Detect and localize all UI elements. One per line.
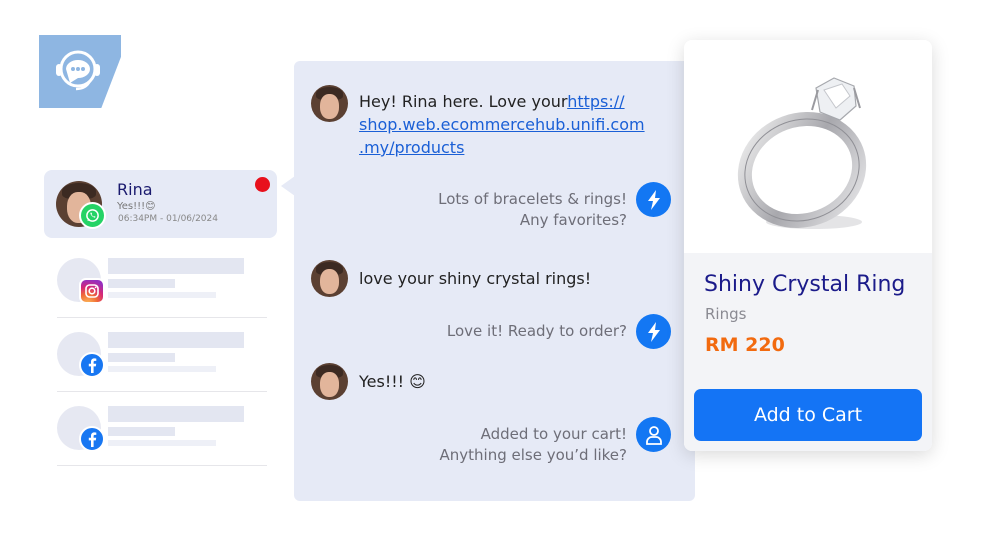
whatsapp-icon [79,202,106,229]
bot-message: Lots of bracelets & rings! Any favorites… [438,190,627,229]
agent-message: Added to your cart! Anything else you’d … [439,425,628,464]
customer-message-text: love your shiny crystal rings! [359,269,592,288]
avatar [311,260,348,297]
conversation-item-active[interactable]: Rina Yes!!!😊 06:34PM - 01/06/2024 [44,170,277,238]
avatar [311,85,348,122]
conversation-item-placeholder[interactable] [57,258,267,318]
conversation-item-placeholder[interactable] [57,406,267,466]
product-category: Rings [705,305,747,323]
conversation-name: Rina [117,180,153,199]
active-pointer [281,176,295,196]
chatbot-logo [39,35,121,108]
chatbot-headset-icon [56,50,100,91]
product-image [684,40,932,253]
customer-message [311,363,348,400]
customer-message [311,85,348,122]
conversation-preview: Yes!!!😊 [117,201,156,212]
customer-message-text: Hey! Rina here. Love yourhttps://shop.we… [359,92,645,157]
chat-panel: Hey! Rina here. Love yourhttps://shop.we… [294,61,695,501]
customer-message [311,260,348,297]
bot-message: Love it! Ready to order? [446,322,627,340]
product-card: Shiny Crystal Ring Rings RM 220 Add to C… [684,40,932,451]
product-price: RM 220 [705,334,785,356]
lightning-icon [636,182,671,217]
facebook-icon [79,426,105,452]
user-icon [636,417,671,452]
avatar [56,181,106,229]
conversation-timestamp: 06:34PM - 01/06/2024 [118,214,218,224]
product-details: Shiny Crystal Ring Rings RM 220 Add to C… [684,253,932,451]
lightning-icon [636,314,671,349]
conversation-item-placeholder[interactable] [57,332,267,392]
customer-message-text: Yes!!! 😊 [359,372,426,391]
add-to-cart-button[interactable]: Add to Cart [694,389,922,441]
product-name: Shiny Crystal Ring [704,272,906,297]
unread-indicator [255,177,270,192]
facebook-icon [79,352,105,378]
avatar [311,363,348,400]
instagram-icon [79,278,105,304]
